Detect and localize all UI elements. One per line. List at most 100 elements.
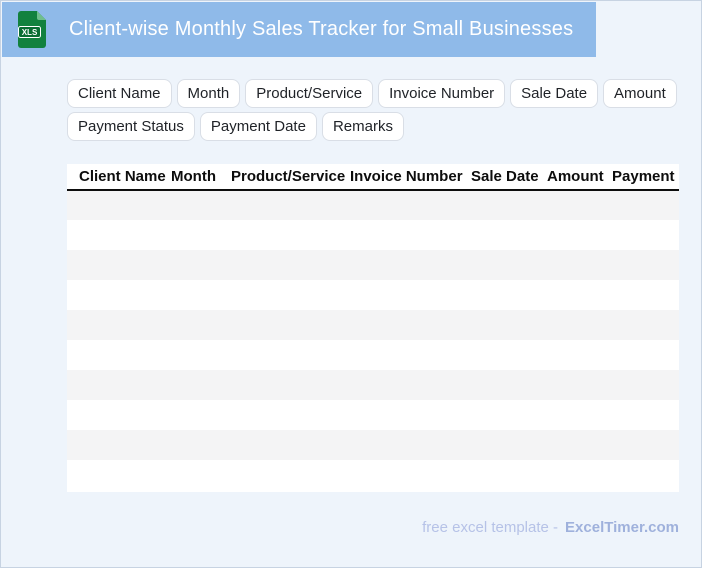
- table-cell: [471, 430, 547, 460]
- table-cell: [350, 310, 471, 340]
- table-row: [67, 280, 679, 310]
- table-cell: [67, 370, 171, 400]
- table-cell: [547, 310, 612, 340]
- table-cell: [350, 340, 471, 370]
- table-cell: [67, 280, 171, 310]
- brand-link[interactable]: ExcelTimer.com: [565, 519, 679, 536]
- table-cell: [547, 250, 612, 280]
- chip-amount[interactable]: Amount: [603, 79, 677, 108]
- table-row: [67, 310, 679, 340]
- table-cell: [171, 340, 231, 370]
- table-cell: [471, 250, 547, 280]
- table-cell: [350, 220, 471, 250]
- xls-file-icon: XLS: [18, 11, 46, 48]
- table-cell: [231, 310, 350, 340]
- table-cell: [67, 400, 171, 430]
- app-header: XLS Client-wise Monthly Sales Tracker fo…: [2, 2, 596, 57]
- field-tags: Client Name Month Product/Service Invoice N…: [67, 79, 687, 141]
- table-cell: [471, 280, 547, 310]
- table-cell: [547, 280, 612, 310]
- table-cell: [612, 190, 679, 220]
- table-cell: [171, 400, 231, 430]
- table-cell: [171, 220, 231, 250]
- page: XLS Client-wise Monthly Sales Tracker fo…: [0, 0, 702, 568]
- table-cell: [547, 460, 612, 490]
- table-cell: [612, 460, 679, 490]
- table-cell: [612, 340, 679, 370]
- chip-month[interactable]: Month: [176, 79, 241, 108]
- column-header-payment-status: Payment Status: [612, 164, 679, 191]
- table-cell: [471, 340, 547, 370]
- table-cell: [612, 310, 679, 340]
- table-cell: [547, 400, 612, 430]
- table-cell: [350, 460, 471, 490]
- table-cell: [67, 220, 171, 250]
- table-cell: [547, 220, 612, 250]
- table-cell: [350, 190, 471, 220]
- column-header-client-name: Client Name: [67, 164, 171, 191]
- table-row: [67, 190, 679, 220]
- column-header-month: Month: [171, 164, 231, 191]
- table-cell: [350, 280, 471, 310]
- table-cell: [231, 340, 350, 370]
- table-cell: [471, 400, 547, 430]
- table-row: [67, 370, 679, 400]
- table-cell: [231, 220, 350, 250]
- table-cell: [471, 190, 547, 220]
- table-cell: [171, 460, 231, 490]
- table-cell: [471, 220, 547, 250]
- table-cell: [67, 460, 171, 490]
- chip-client-name[interactable]: Client Name: [67, 79, 172, 108]
- table-cell: [231, 430, 350, 460]
- column-header-product-service: Product/Service: [231, 164, 350, 191]
- chip-product-service[interactable]: Product/Service: [245, 79, 374, 108]
- sales-table-container: Client Name Month Product/Service Invoice N…: [67, 164, 679, 492]
- table-cell: [231, 190, 350, 220]
- table-cell: [171, 250, 231, 280]
- column-header-amount: Amount: [547, 164, 612, 191]
- table-cell: [171, 370, 231, 400]
- table-row: [67, 430, 679, 460]
- table-cell: [67, 250, 171, 280]
- table-cell: [67, 190, 171, 220]
- chip-remarks[interactable]: Remarks: [321, 112, 404, 141]
- table-cell: [171, 190, 231, 220]
- table-cell: [171, 280, 231, 310]
- table-cell: [231, 460, 350, 490]
- table-cell: [231, 400, 350, 430]
- table-cell: [612, 430, 679, 460]
- table-row: [67, 340, 679, 370]
- table-cell: [612, 400, 679, 430]
- table-cell: [612, 280, 679, 310]
- chip-payment-status[interactable]: Payment Status: [67, 112, 195, 141]
- chip-payment-date[interactable]: Payment Date: [199, 112, 317, 141]
- column-header-invoice-number: Invoice Number: [350, 164, 471, 191]
- table-cell: [612, 370, 679, 400]
- table-cell: [471, 370, 547, 400]
- table-row: [67, 220, 679, 250]
- chip-sale-date[interactable]: Sale Date: [510, 79, 599, 108]
- table-row: [67, 400, 679, 430]
- table-cell: [350, 250, 471, 280]
- table-cell: [471, 310, 547, 340]
- footer-tagline: free excel template -: [422, 519, 559, 536]
- table-cell: [67, 310, 171, 340]
- table-cell: [231, 250, 350, 280]
- chip-invoice-number[interactable]: Invoice Number: [378, 79, 506, 108]
- table-cell: [231, 280, 350, 310]
- table-row: [67, 460, 679, 490]
- table-cell: [67, 430, 171, 460]
- table-cell: [547, 430, 612, 460]
- page-title: Client-wise Monthly Sales Tracker for Sm…: [69, 18, 574, 40]
- table-header-row: Client Name Month Product/Service Invoice N…: [67, 164, 679, 191]
- table-cell: [171, 310, 231, 340]
- table-cell: [67, 340, 171, 370]
- table-cell: [471, 460, 547, 490]
- table-cell: [547, 370, 612, 400]
- table-cell: [231, 370, 350, 400]
- table-row: [67, 250, 679, 280]
- column-header-sale-date: Sale Date: [471, 164, 547, 191]
- xls-icon-label: XLS: [22, 28, 38, 37]
- footer: free excel template - ExcelTimer.com: [422, 519, 679, 536]
- table-cell: [612, 250, 679, 280]
